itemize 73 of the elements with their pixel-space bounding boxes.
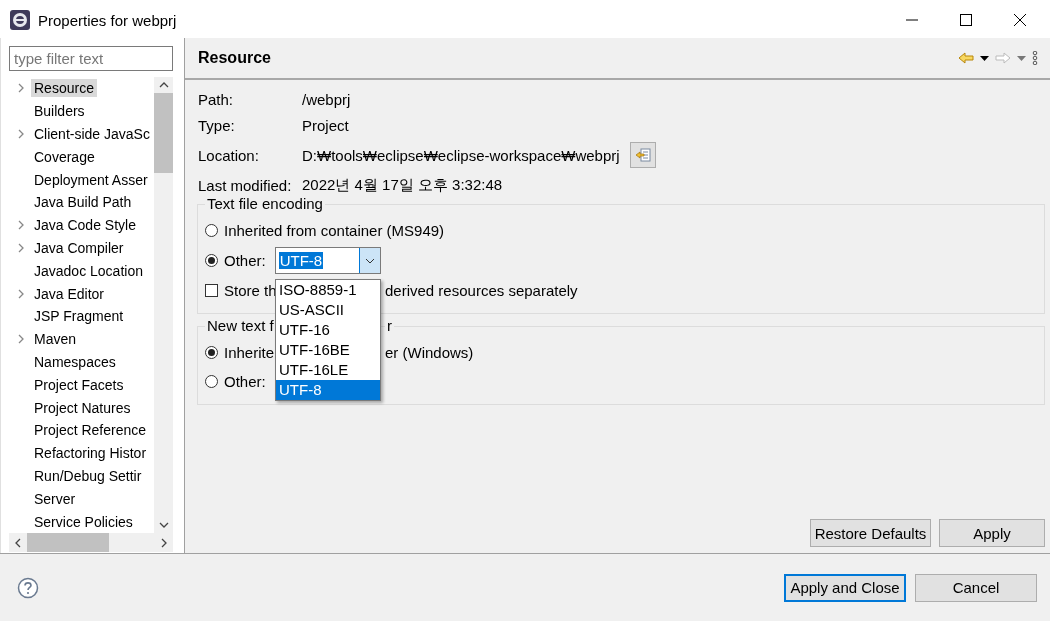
tree-item[interactable]: Maven — [31, 330, 80, 349]
radio-label: Inherite — [224, 344, 275, 361]
close-icon[interactable] — [1014, 14, 1026, 26]
radio-button[interactable] — [205, 375, 218, 388]
chevron-left-icon[interactable] — [15, 537, 21, 548]
cancel-button[interactable]: Cancel — [915, 573, 1037, 602]
property-value: /webprj — [302, 90, 351, 108]
encoding-combo[interactable]: UTF-8 — [274, 247, 381, 274]
radio-button[interactable] — [205, 254, 218, 267]
page-title: Resource — [198, 49, 271, 67]
tree-item[interactable]: Service Policies — [31, 512, 136, 531]
dropdown-icon[interactable] — [980, 55, 989, 61]
property-label: Location: — [198, 146, 260, 164]
radio-label: Inherited from container (MS949) — [224, 222, 445, 239]
chevron-down-icon — [364, 257, 375, 264]
apply-and-close-button[interactable]: Apply and Close — [784, 573, 906, 602]
tree-item[interactable]: Client-side JavaSc — [31, 125, 153, 143]
property-value: Project — [302, 116, 349, 134]
tree-item[interactable]: Coverage — [31, 147, 98, 166]
property-label: Path: — [198, 90, 235, 108]
scroll-thumb[interactable] — [154, 93, 173, 173]
radio-label: er (Windows) — [385, 344, 474, 361]
chevron-up-icon[interactable] — [158, 82, 169, 88]
checkbox-label: derived resources separately — [385, 282, 578, 299]
radio-label: Other: — [224, 373, 266, 390]
dropdown-option[interactable]: UTF-8 — [276, 380, 380, 400]
vertical-scrollbar[interactable] — [154, 77, 173, 533]
open-location-button[interactable] — [629, 142, 656, 168]
property-label: Type: — [198, 116, 236, 134]
tree-item[interactable]: Java Code Style — [31, 216, 139, 235]
tree-item[interactable]: Server — [31, 489, 79, 508]
tree-item[interactable]: Project Reference — [31, 421, 150, 440]
property-value: D:₩tools₩eclipse₩eclipse-workspace₩webprj — [302, 146, 620, 164]
checkbox[interactable] — [205, 284, 218, 297]
tree-item[interactable]: Java Editor — [31, 284, 108, 303]
radio-label: Other: — [224, 252, 266, 269]
more-icon[interactable] — [1032, 51, 1038, 65]
property-label: Last modified: — [198, 176, 293, 194]
tree-item[interactable]: Refactoring Histor — [31, 444, 150, 463]
tree-item[interactable]: JSP Fragment — [31, 307, 127, 326]
dropdown-option[interactable]: ISO-8859-1 — [276, 280, 380, 300]
group-title: New text f — [205, 317, 276, 334]
back-arrow-icon[interactable] — [958, 52, 974, 64]
tree-item[interactable]: Javadoc Location — [31, 261, 146, 280]
tree-item[interactable]: Resource — [31, 79, 97, 98]
tree-item[interactable]: Namespaces — [31, 352, 119, 371]
window-title: Properties for webprj — [38, 11, 177, 29]
scroll-thumb[interactable] — [27, 533, 109, 552]
horizontal-scrollbar[interactable] — [9, 533, 173, 552]
app-icon — [10, 10, 30, 30]
document-arrow-icon — [634, 148, 651, 162]
group-title: Text file encoding — [205, 195, 325, 212]
tree-item[interactable]: Project Natures — [31, 398, 134, 417]
tree-item[interactable]: Deployment Asser — [31, 170, 151, 189]
radio-button[interactable] — [205, 224, 218, 237]
dropdown-option[interactable]: UTF-16 — [276, 320, 380, 340]
chevron-down-icon[interactable] — [158, 522, 169, 528]
filter-field[interactable]: type filter text — [9, 46, 173, 71]
maximize-icon[interactable] — [960, 14, 972, 26]
help-icon[interactable] — [17, 576, 39, 599]
tree-item[interactable]: Java Build Path — [31, 193, 135, 212]
dropdown-option[interactable]: UTF-16LE — [276, 360, 380, 380]
tree-item[interactable]: Project Facets — [31, 375, 127, 394]
dropdown-option[interactable]: UTF-16BE — [276, 340, 380, 360]
tree-item[interactable]: Run/Debug Settir — [31, 466, 145, 485]
tree-item[interactable]: Builders — [31, 102, 88, 121]
property-value: 2022년 4월 17일 오후 3:32:48 — [302, 175, 503, 195]
restore-defaults-button[interactable]: Restore Defaults — [810, 519, 931, 547]
chevron-right-icon[interactable] — [161, 537, 167, 548]
apply-button[interactable]: Apply — [939, 519, 1045, 547]
tree-item[interactable]: Java Compiler — [31, 238, 127, 257]
dropdown-option[interactable]: US-ASCII — [276, 300, 380, 320]
radio-button[interactable] — [205, 346, 218, 359]
